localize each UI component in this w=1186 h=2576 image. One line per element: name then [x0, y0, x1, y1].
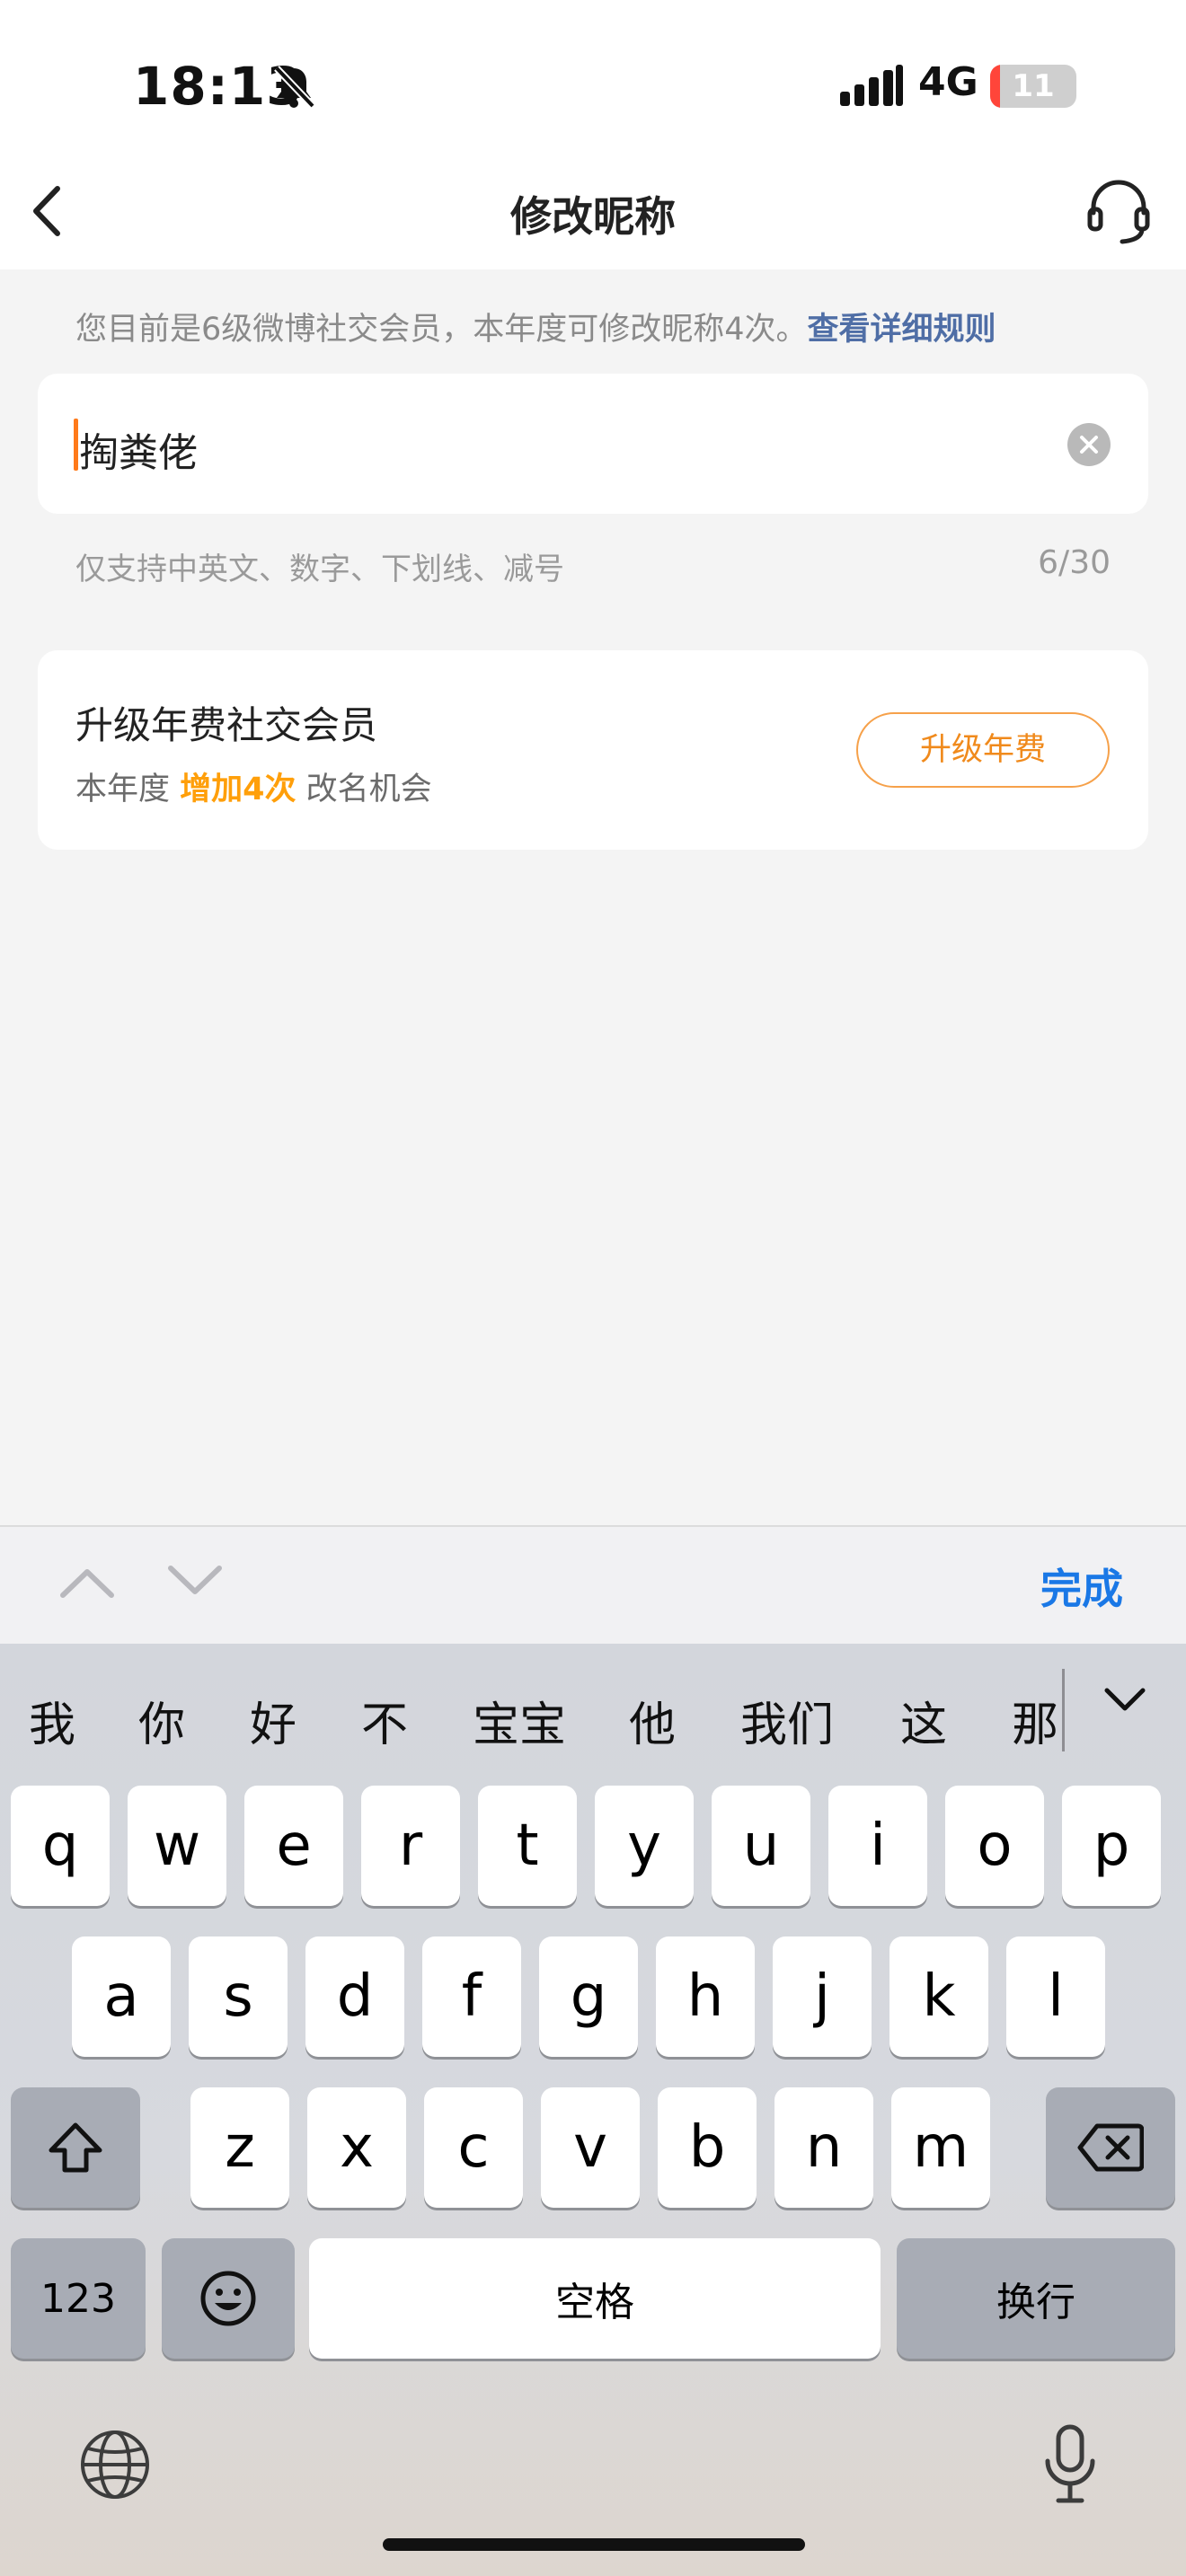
chevron-up-icon[interactable] [56, 1561, 119, 1602]
network-type: 4G [918, 59, 978, 105]
clear-circle-icon[interactable] [1067, 423, 1111, 466]
emoji-key[interactable] [162, 2238, 295, 2359]
upgrade-title: 升级年费社交会员 [75, 703, 378, 747]
upgrade-button[interactable]: 升级年费 [856, 712, 1110, 788]
key-k[interactable]: k [890, 1936, 988, 2057]
candidate-item[interactable]: 我们 [740, 1687, 834, 1754]
key-c[interactable]: c [424, 2087, 523, 2208]
home-indicator [383, 2538, 805, 2551]
candidate-item[interactable]: 那 [1012, 1687, 1058, 1754]
key-p[interactable]: p [1062, 1786, 1161, 1906]
key-d[interactable]: d [305, 1936, 404, 2057]
page-title: 修改昵称 [510, 192, 676, 241]
key-x[interactable]: x [307, 2087, 406, 2208]
key-s[interactable]: s [189, 1936, 288, 2057]
globe-icon[interactable] [77, 2427, 153, 2502]
nickname-input-card[interactable] [38, 374, 1148, 514]
key-t[interactable]: t [478, 1786, 577, 1906]
chevron-down-icon[interactable] [164, 1561, 226, 1602]
headset-icon[interactable] [1083, 175, 1155, 247]
key-m[interactable]: m [891, 2087, 990, 2208]
key-h[interactable]: h [656, 1936, 755, 2057]
upgrade-sub-prefix: 本年度 [75, 772, 171, 807]
signal-icon [840, 65, 903, 106]
space-key[interactable]: 空格 [309, 2238, 881, 2359]
return-key[interactable]: 换行 [897, 2238, 1175, 2359]
key-j[interactable]: j [773, 1936, 872, 2057]
key-v[interactable]: v [541, 2087, 640, 2208]
key-q[interactable]: q [11, 1786, 110, 1906]
chevron-down-icon[interactable] [1098, 1681, 1152, 1721]
nickname-input[interactable]: 掏粪佬 [79, 420, 198, 478]
emoji-icon [200, 2271, 256, 2326]
key-i[interactable]: i [828, 1786, 927, 1906]
key-e[interactable]: e [244, 1786, 343, 1906]
done-button[interactable]: 完成 [1040, 1557, 1123, 1616]
membership-notice: 您目前是6级微博社交会员，本年度可修改昵称4次。查看详细规则 [75, 304, 996, 349]
key-l[interactable]: l [1006, 1936, 1105, 2057]
battery-percent: 11 [1012, 68, 1055, 104]
char-counter: 6/30 [1038, 544, 1111, 581]
shift-key[interactable] [11, 2087, 140, 2208]
text-cursor [74, 419, 78, 471]
key-y[interactable]: y [595, 1786, 694, 1906]
candidate-item[interactable]: 你 [138, 1687, 185, 1754]
candidate-item[interactable]: 我 [29, 1687, 75, 1754]
key-o[interactable]: o [945, 1786, 1044, 1906]
candidate-item[interactable]: 这 [900, 1687, 947, 1754]
upgrade-sub-highlight: 增加4次 [180, 772, 296, 807]
notice-text: 您目前是6级微博社交会员，本年度可修改昵称4次。 [75, 312, 808, 348]
key-r[interactable]: r [361, 1786, 460, 1906]
candidate-item[interactable]: 他 [629, 1687, 676, 1754]
upgrade-subtitle: 本年度 增加4次 改名机会 [75, 763, 432, 809]
backspace-icon [1077, 2123, 1144, 2172]
key-z[interactable]: z [190, 2087, 289, 2208]
input-hint: 仅支持中英文、数字、下划线、减号 [75, 551, 564, 587]
candidate-divider [1062, 1669, 1065, 1751]
candidate-item[interactable]: 不 [361, 1687, 408, 1754]
microphone-icon[interactable] [1039, 2423, 1102, 2506]
shift-icon [49, 2122, 102, 2173]
battery-cap [1071, 77, 1076, 95]
key-b[interactable]: b [658, 2087, 757, 2208]
delete-key[interactable] [1046, 2087, 1175, 2208]
bell-slash-icon [274, 66, 315, 109]
key-n[interactable]: n [774, 2087, 873, 2208]
numbers-key[interactable]: 123 [11, 2238, 146, 2359]
key-u[interactable]: u [712, 1786, 810, 1906]
key-a[interactable]: a [72, 1936, 171, 2057]
battery-icon: 11 [990, 65, 1076, 108]
key-g[interactable]: g [539, 1936, 638, 2057]
candidate-item[interactable]: 宝宝 [473, 1687, 566, 1754]
candidate-item[interactable]: 好 [250, 1687, 296, 1754]
key-f[interactable]: f [422, 1936, 521, 2057]
rules-link[interactable]: 查看详细规则 [808, 312, 996, 348]
upgrade-sub-suffix: 改名机会 [305, 772, 432, 807]
key-w[interactable]: w [128, 1786, 226, 1906]
